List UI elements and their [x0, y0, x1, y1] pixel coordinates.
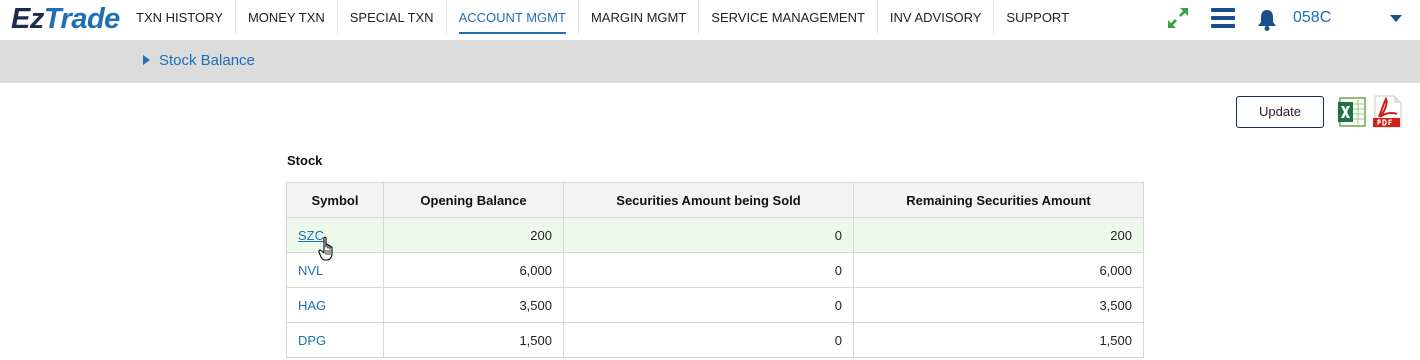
table-header-row: Symbol Opening Balance Securities Amount…: [286, 182, 1144, 218]
column-header-opening-balance[interactable]: Opening Balance: [383, 182, 564, 218]
amount-sold-cell: 0: [563, 217, 854, 253]
symbol-link[interactable]: NVL: [298, 263, 323, 278]
column-header-symbol[interactable]: Symbol: [286, 182, 384, 218]
symbol-cell: HAG: [286, 287, 384, 323]
table-row[interactable]: NVL 6,000 0 6,000: [286, 252, 1144, 288]
remaining-amount-cell: 6,000: [853, 252, 1144, 288]
opening-balance-cell: 6,000: [383, 252, 564, 288]
chevron-down-icon[interactable]: [1389, 13, 1403, 23]
table-row[interactable]: HAG 3,500 0 3,500: [286, 287, 1144, 323]
nav-special-txn[interactable]: SPECIAL TXN: [338, 0, 447, 34]
top-navigation-bar: EzTrade TXN HISTORY MONEY TXN SPECIAL TX…: [0, 0, 1420, 40]
nav-money-txn[interactable]: MONEY TXN: [236, 0, 338, 34]
stock-balance-table: Symbol Opening Balance Securities Amount…: [286, 182, 1144, 358]
hamburger-menu-icon[interactable]: [1211, 7, 1235, 29]
breadcrumb-bar: Stock Balance: [0, 40, 1420, 83]
opening-balance-cell: 1,500: [383, 322, 564, 358]
amount-sold-cell: 0: [563, 287, 854, 323]
excel-icon[interactable]: [1337, 96, 1367, 128]
symbol-link[interactable]: DPG: [298, 333, 326, 348]
opening-balance-cell: 3,500: [383, 287, 564, 323]
logo-part-ez: Ez: [11, 3, 44, 35]
symbol-cell: DPG: [286, 322, 384, 358]
amount-sold-cell: 0: [563, 252, 854, 288]
column-header-remaining-amount[interactable]: Remaining Securities Amount: [853, 182, 1144, 218]
amount-sold-cell: 0: [563, 322, 854, 358]
bell-icon[interactable]: [1256, 8, 1278, 32]
nav-inv-advisory[interactable]: INV ADVISORY: [878, 0, 995, 34]
logo-part-trade: Trade: [43, 3, 120, 35]
main-menu: TXN HISTORY MONEY TXN SPECIAL TXN ACCOUN…: [124, 0, 1081, 40]
nav-support[interactable]: SUPPORT: [994, 0, 1081, 34]
remaining-amount-cell: 3,500: [853, 287, 1144, 323]
remaining-amount-cell: 1,500: [853, 322, 1144, 358]
table-row[interactable]: DPG 1,500 0 1,500: [286, 322, 1144, 358]
symbol-link[interactable]: HAG: [298, 298, 326, 313]
section-label-stock: Stock: [287, 153, 323, 168]
nav-margin-mgmt[interactable]: MARGIN MGMT: [579, 0, 700, 34]
column-header-amount-being-sold[interactable]: Securities Amount being Sold: [563, 182, 854, 218]
pdf-icon[interactable]: [1370, 95, 1403, 128]
nav-account-mgmt[interactable]: ACCOUNT MGMT: [447, 0, 579, 34]
table-row[interactable]: SZC 200 0 200: [286, 217, 1144, 253]
triangle-right-icon: [143, 55, 150, 65]
update-button[interactable]: Update: [1236, 96, 1324, 128]
remaining-amount-cell: 200: [853, 217, 1144, 253]
opening-balance-cell: 200: [383, 217, 564, 253]
expand-arrows-icon[interactable]: [1166, 6, 1190, 30]
eztrade-logo[interactable]: EzTrade: [11, 2, 120, 38]
nav-service-management[interactable]: SERVICE MANAGEMENT: [699, 0, 878, 34]
page-title: Stock Balance: [159, 52, 255, 69]
hand-pointer-cursor-icon: [318, 236, 333, 261]
account-number[interactable]: 058C: [1293, 8, 1331, 28]
nav-txn-history[interactable]: TXN HISTORY: [124, 0, 236, 34]
